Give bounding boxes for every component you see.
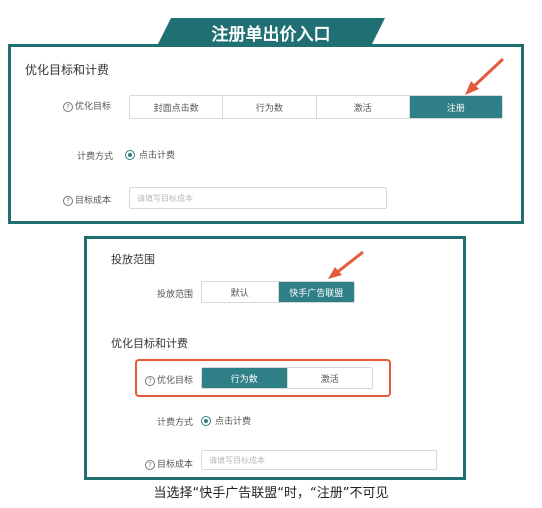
- cost-label-2: ? 目标成本: [145, 457, 193, 470]
- goal-label-2: ? 优化目标: [145, 373, 193, 386]
- settings-panel-bottom: 投放范围 投放范围 默认 快手广告联盟 优化目标和计费 ? 优化目标 行为数 激活…: [84, 236, 466, 480]
- help-icon: ?: [63, 195, 73, 206]
- placement-option-default[interactable]: 默认: [202, 282, 279, 302]
- billing-label: 计费方式: [77, 152, 114, 162]
- radio-checked-icon: [201, 415, 211, 426]
- placement-segmented-control: 默认 快手广告联盟: [201, 281, 355, 303]
- page-title: 注册单出价入口: [157, 18, 385, 46]
- help-icon: ?: [63, 101, 73, 112]
- billing-radio-click[interactable]: 点击计费: [125, 148, 175, 161]
- caption: 当选择“快手广告联盟“时，“注册”不可见: [153, 486, 389, 501]
- billing-radio-click-2[interactable]: 点击计费: [201, 414, 251, 427]
- red-arrow-icon: [465, 57, 505, 95]
- red-arrow-icon: [328, 250, 364, 279]
- section-title-goal-billing-2: 优化目标和计费: [111, 337, 188, 350]
- billing-label-2: 计费方式: [157, 418, 194, 428]
- target-cost-input[interactable]: 请填写目标成本: [129, 187, 387, 209]
- goal-label: ? 优化目标: [63, 99, 111, 112]
- cost-label: ? 目标成本: [63, 193, 111, 206]
- section-title-placement: 投放范围: [111, 253, 155, 266]
- goal-option-actions-2[interactable]: 行为数: [202, 368, 288, 388]
- goal-option-activation-2[interactable]: 激活: [287, 368, 372, 388]
- section-title-goal-billing: 优化目标和计费: [25, 63, 110, 77]
- target-cost-input-2[interactable]: 请填写目标成本: [201, 450, 437, 470]
- settings-panel-top: 优化目标和计费 ? 优化目标 封面点击数 行为数 激活 注册 计费方式 点击计费 …: [8, 44, 524, 224]
- goal-segmented-control: 封面点击数 行为数 激活 注册: [129, 95, 503, 119]
- goal-option-actions[interactable]: 行为数: [223, 96, 317, 118]
- placement-label: 投放范围: [157, 290, 194, 300]
- goal-option-cover-clicks[interactable]: 封面点击数: [130, 96, 224, 118]
- goal-option-register[interactable]: 注册: [409, 96, 502, 118]
- help-icon: ?: [145, 459, 155, 470]
- placement-option-kuaishou-union[interactable]: 快手广告联盟: [278, 282, 354, 302]
- goal-segmented-control-2: 行为数 激活: [201, 367, 373, 389]
- help-icon: ?: [145, 375, 155, 386]
- goal-option-activation[interactable]: 激活: [316, 96, 410, 118]
- radio-checked-icon: [125, 149, 135, 160]
